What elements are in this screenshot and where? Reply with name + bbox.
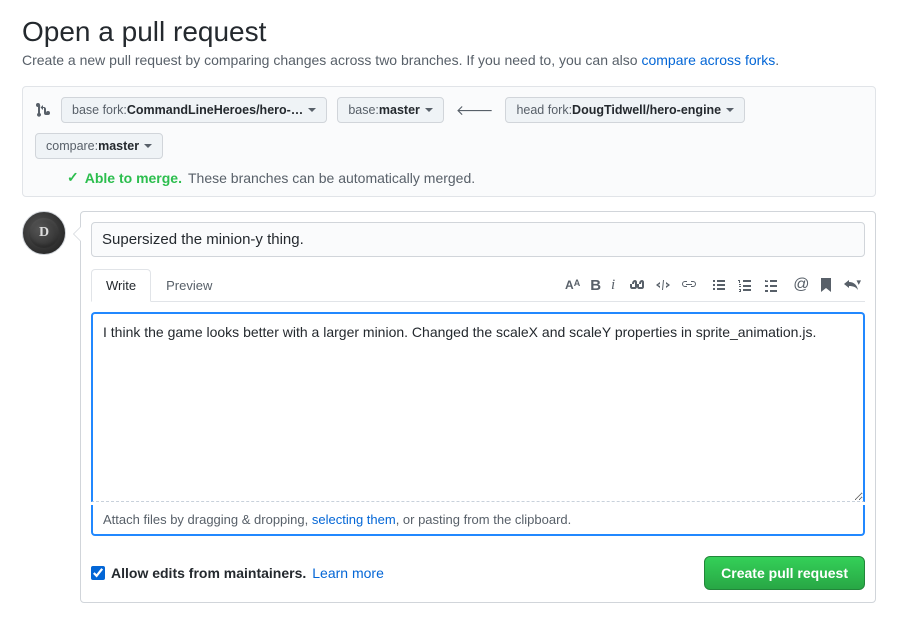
header-icon[interactable]: AA <box>565 278 580 292</box>
task-list-icon[interactable] <box>763 277 779 293</box>
compare-branch-value: master <box>98 139 139 153</box>
subtitle-text-end: . <box>775 52 779 68</box>
base-fork-select[interactable]: base fork: CommandLineHeroes/hero-… <box>61 97 327 123</box>
chevron-down-icon <box>425 108 433 112</box>
page-subtitle: Create a new pull request by comparing c… <box>22 52 876 68</box>
merge-status-row: ✓ Able to merge. These branches can be a… <box>35 169 863 186</box>
unordered-list-icon[interactable] <box>711 277 727 293</box>
chevron-down-icon <box>308 108 316 112</box>
git-compare-icon <box>35 102 51 118</box>
head-fork-label: head fork: <box>516 103 572 117</box>
allow-edits-text: Allow edits from maintainers. <box>111 565 306 581</box>
attach-text-post: , or pasting from the clipboard. <box>396 512 572 527</box>
compare-across-forks-link[interactable]: compare across forks <box>641 52 775 68</box>
pr-body-textarea[interactable] <box>91 312 865 502</box>
attach-text-pre: Attach files by dragging & dropping, <box>103 512 312 527</box>
chevron-down-icon <box>144 144 152 148</box>
mention-icon[interactable]: @ <box>793 276 809 294</box>
branch-comparison-box: base fork: CommandLineHeroes/hero-… base… <box>22 86 876 197</box>
arrow-left-icon: 🡐 <box>454 102 496 119</box>
merge-status-able: Able to merge. <box>85 170 182 186</box>
footer-row: Allow edits from maintainers. Learn more… <box>81 546 875 602</box>
compose-row: D Write Preview AA B i <box>22 211 876 603</box>
comment-box: Write Preview AA B i <box>80 211 876 603</box>
base-branch-select[interactable]: base: master <box>337 97 444 123</box>
markdown-toolbar: AA B i @ ▾ <box>565 276 865 294</box>
tab-preview[interactable]: Preview <box>151 269 227 301</box>
bold-icon[interactable]: B <box>590 277 601 294</box>
pr-title-input[interactable] <box>91 222 865 257</box>
create-pull-request-button[interactable]: Create pull request <box>704 556 865 590</box>
base-branch-label: base: <box>348 103 379 117</box>
ordered-list-icon[interactable] <box>737 277 753 293</box>
chevron-down-icon <box>726 108 734 112</box>
base-branch-value: master <box>379 103 420 117</box>
page-title: Open a pull request <box>22 16 876 48</box>
allow-edits-label[interactable]: Allow edits from maintainers. Learn more <box>91 565 384 581</box>
reply-icon[interactable]: ▾ <box>843 277 861 293</box>
head-fork-value: DougTidwell/hero-engine <box>572 103 721 117</box>
body-wrap: Attach files by dragging & dropping, sel… <box>81 302 875 546</box>
subtitle-text: Create a new pull request by comparing c… <box>22 52 641 68</box>
link-icon[interactable] <box>681 277 697 293</box>
tabs-row: Write Preview AA B i <box>91 269 865 302</box>
base-fork-value: CommandLineHeroes/hero-… <box>127 103 303 117</box>
head-fork-select[interactable]: head fork: DougTidwell/hero-engine <box>505 97 745 123</box>
tabs: Write Preview <box>91 269 227 301</box>
title-input-wrap <box>91 222 865 257</box>
allow-edits-checkbox[interactable] <box>91 566 105 580</box>
merge-status-text: These branches can be automatically merg… <box>188 170 475 186</box>
base-fork-label: base fork: <box>72 103 127 117</box>
check-icon: ✓ <box>67 169 79 186</box>
avatar: D <box>22 211 66 255</box>
branch-selector-row: base fork: CommandLineHeroes/hero-… base… <box>35 97 863 159</box>
avatar-initial: D <box>39 225 49 241</box>
compare-branch-label: compare: <box>46 139 98 153</box>
code-icon[interactable] <box>655 277 671 293</box>
italic-icon[interactable]: i <box>611 277 615 294</box>
compare-branch-select[interactable]: compare: master <box>35 133 163 159</box>
saved-replies-icon[interactable] <box>819 277 833 293</box>
attach-bar[interactable]: Attach files by dragging & dropping, sel… <box>91 505 865 536</box>
attach-select-link[interactable]: selecting them <box>312 512 396 527</box>
tab-write[interactable]: Write <box>91 269 151 302</box>
quote-icon[interactable] <box>629 277 645 293</box>
learn-more-link[interactable]: Learn more <box>312 565 384 581</box>
